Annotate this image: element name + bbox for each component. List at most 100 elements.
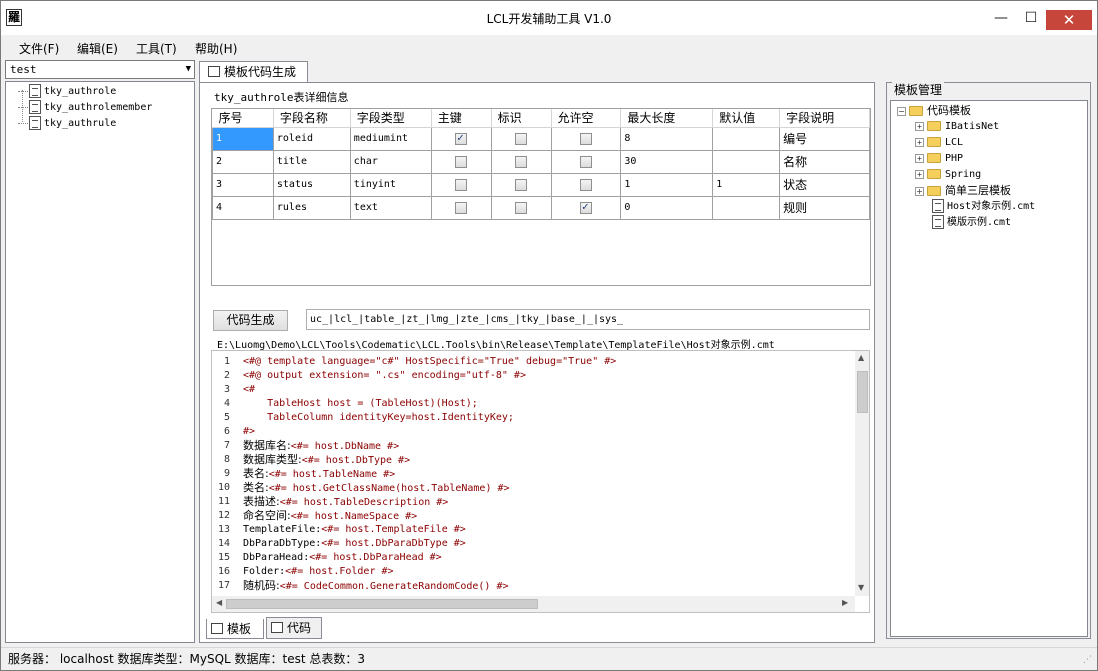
code-line[interactable]: DbParaHead:<#= host.DbParaHead #> <box>243 551 855 565</box>
expand-icon[interactable]: + <box>915 186 924 196</box>
code-line[interactable]: 命名空间:<#= host.NameSpace #> <box>243 509 855 523</box>
grid-cell[interactable]: 2 <box>212 149 274 174</box>
scroll-right-icon[interactable]: ▶ <box>842 598 848 607</box>
checkbox[interactable] <box>579 178 592 191</box>
grid-checkbox-cell[interactable] <box>550 149 622 174</box>
col-header[interactable]: 序号 <box>212 109 274 128</box>
tree-file[interactable]: Host对象示例.cmt <box>931 199 1035 215</box>
scroll-up-icon[interactable]: ▲ <box>858 353 864 362</box>
dropdown-arrow-icon[interactable]: ▼ <box>186 64 191 74</box>
grid-cell[interactable]: 1 <box>712 172 781 197</box>
tree-folder[interactable]: + LCL <box>915 135 963 151</box>
code-line[interactable]: Folder:<#= host.Folder #> <box>243 565 855 579</box>
code-line[interactable]: <# <box>243 383 855 397</box>
scroll-down-icon[interactable]: ▼ <box>858 583 864 592</box>
grid-cell[interactable] <box>712 195 781 220</box>
col-header[interactable]: 字段说明 <box>779 109 870 128</box>
tab-code[interactable]: 代码 <box>266 617 322 639</box>
grid-checkbox-cell[interactable] <box>430 149 492 174</box>
grid-checkbox-cell[interactable] <box>490 149 552 174</box>
code-line[interactable]: <#@ template language="c#" HostSpecific=… <box>243 355 855 369</box>
grid-checkbox-cell[interactable] <box>430 126 492 151</box>
code-line[interactable]: TableHost host = (TableHost)(Host); <box>243 397 855 411</box>
grid-checkbox-cell[interactable] <box>550 195 622 220</box>
grid-cell[interactable]: 名称 <box>779 149 870 174</box>
collapse-icon[interactable]: − <box>897 106 906 116</box>
grid-cell[interactable]: 30 <box>620 149 714 174</box>
code-line[interactable]: 数据库名:<#= host.DbName #> <box>243 439 855 453</box>
close-button[interactable]: ✕ <box>1046 10 1092 30</box>
col-header[interactable]: 允许空 <box>551 109 622 128</box>
expand-icon[interactable]: + <box>915 169 924 179</box>
expand-icon[interactable]: + <box>915 153 924 163</box>
menu-help[interactable]: 帮助(H) <box>195 40 237 57</box>
tree-folder[interactable]: + 简单三层模板 <box>915 183 1011 199</box>
menu-file[interactable]: 文件(F) <box>19 40 59 57</box>
table-tree-item[interactable]: tky_authrule <box>18 116 116 131</box>
checkbox[interactable] <box>455 201 468 214</box>
tree-root[interactable]: − 代码模板 <box>897 103 971 119</box>
scroll-left-icon[interactable]: ◀ <box>216 598 222 607</box>
col-header[interactable]: 标识 <box>491 109 552 128</box>
code-line[interactable]: 表名:<#= host.TableName #> <box>243 467 855 481</box>
col-header[interactable]: 字段名称 <box>273 109 351 128</box>
grid-cell[interactable]: roleid <box>272 126 351 151</box>
grid-cell[interactable]: tinyint <box>349 172 432 197</box>
code-text[interactable]: <#@ template language="c#" HostSpecific=… <box>243 355 855 593</box>
table-row[interactable]: 2 title char 30 名称 <box>212 149 870 174</box>
grid-cell[interactable]: 状态 <box>779 172 870 197</box>
checkbox[interactable] <box>455 155 468 168</box>
checkbox[interactable] <box>515 155 528 168</box>
code-line[interactable]: TemplateFile:<#= host.TemplateFile #> <box>243 523 855 537</box>
code-line[interactable]: TableColumn identityKey=host.IdentityKey… <box>243 411 855 425</box>
grid-cell[interactable]: status <box>272 172 351 197</box>
horizontal-scrollbar[interactable]: ◀ ▶ <box>212 596 855 612</box>
table-row[interactable]: 1roleidmediumint 8 编号 <box>212 126 870 151</box>
tree-folder[interactable]: + PHP <box>915 151 963 167</box>
expand-icon[interactable]: + <box>915 121 924 131</box>
menu-edit[interactable]: 编辑(E) <box>77 40 118 57</box>
checkbox[interactable] <box>579 200 592 214</box>
table-tree-item[interactable]: tky_authrolemember <box>18 100 152 115</box>
grid-cell[interactable]: char <box>349 149 432 174</box>
checkbox[interactable] <box>455 178 468 191</box>
code-line[interactable]: 表描述:<#= host.TableDescription #> <box>243 495 855 509</box>
menu-tools[interactable]: 工具(T) <box>136 40 177 57</box>
scroll-thumb[interactable] <box>226 599 538 609</box>
checkbox[interactable] <box>515 178 528 191</box>
grid-cell[interactable] <box>712 149 781 174</box>
table-prefix-input[interactable]: uc_|lcl_|table_|zt_|lmg_|zte_|cms_|tky_|… <box>306 309 870 330</box>
col-header[interactable]: 最大长度 <box>620 109 714 128</box>
maximize-button[interactable]: ☐ <box>1015 3 1047 33</box>
tree-folder[interactable]: + Spring <box>915 167 981 183</box>
table-row[interactable]: 4rulestext 0 规则 <box>212 195 870 220</box>
code-line[interactable]: DbParaDbType:<#= host.DbParaDbType #> <box>243 537 855 551</box>
database-select[interactable]: test ▼ <box>5 60 195 79</box>
grid-cell[interactable]: 3 <box>212 172 274 197</box>
tab-template-codegen[interactable]: 模板代码生成 <box>199 61 308 83</box>
grid-cell[interactable]: 规则 <box>779 195 870 220</box>
tree-folder[interactable]: + IBatisNet <box>915 119 999 135</box>
scroll-thumb[interactable] <box>857 371 868 413</box>
grid-checkbox-cell[interactable] <box>490 172 552 197</box>
checkbox[interactable] <box>515 201 528 214</box>
grid-checkbox-cell[interactable] <box>550 126 622 151</box>
resize-grip-icon[interactable]: ⋰ <box>1083 655 1092 665</box>
grid-cell[interactable]: rules <box>272 195 351 220</box>
grid-checkbox-cell[interactable] <box>490 195 552 220</box>
grid-cell[interactable]: 1 <box>620 172 714 197</box>
code-line[interactable]: <#@ output extension= ".cs" encoding="ut… <box>243 369 855 383</box>
grid-cell[interactable]: 8 <box>620 126 714 151</box>
code-line[interactable]: 类名:<#= host.GetClassName(host.TableName)… <box>243 481 855 495</box>
generate-code-button[interactable]: 代码生成 <box>213 310 288 331</box>
grid-cell[interactable]: text <box>349 195 432 220</box>
tree-file[interactable]: 模版示例.cmt <box>931 215 1011 231</box>
checkbox[interactable] <box>455 131 468 145</box>
tab-template[interactable]: 模板 <box>206 619 264 639</box>
grid-checkbox-cell[interactable] <box>490 126 552 151</box>
col-header[interactable]: 主键 <box>431 109 492 128</box>
grid-checkbox-cell[interactable] <box>550 172 622 197</box>
code-line[interactable]: 数据库类型:<#= host.DbType #> <box>243 453 855 467</box>
checkbox[interactable] <box>579 132 592 145</box>
expand-icon[interactable]: + <box>915 137 924 147</box>
